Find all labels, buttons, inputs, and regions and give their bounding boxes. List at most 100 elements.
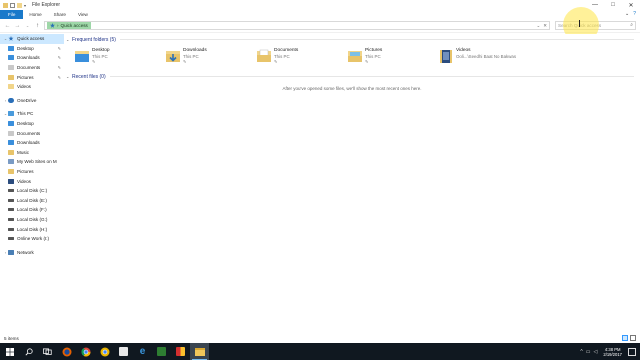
tab-file[interactable]: File — [0, 10, 24, 19]
back-arrow-icon[interactable]: ← — [4, 23, 11, 29]
computer-icon — [8, 111, 14, 117]
folder-name: Desktop — [92, 48, 110, 53]
folder-tile-videos[interactable]: Videos Ooli...\Seedhi Baat No Bakwas — [438, 45, 529, 71]
downloads-folder-icon — [8, 55, 14, 61]
view-buttons — [622, 335, 636, 341]
close-button[interactable]: ✕ — [622, 0, 640, 10]
task-view-icon[interactable] — [38, 343, 57, 360]
main-content: ⌄ Frequent folders (5) Desktop This PC ✎… — [64, 34, 640, 334]
title-bar: ▾ File Explorer — □ ✕ — [0, 0, 640, 10]
address-bar[interactable]: › Quick access ⌄ ✕ — [44, 21, 550, 30]
tab-view[interactable]: View — [72, 10, 94, 19]
sidebar-item-label: Pictures — [17, 74, 34, 80]
large-icons-view-icon[interactable] — [630, 335, 636, 341]
breadcrumb[interactable]: › Quick access — [47, 22, 91, 29]
app-icon[interactable] — [114, 343, 133, 360]
file-explorer-icon[interactable] — [190, 343, 209, 360]
sidebar-item-label: OneDrive — [17, 97, 37, 103]
sidebar-item-desktop[interactable]: Desktop ✎ — [0, 44, 64, 54]
sidebar-item-pc-desktop[interactable]: Desktop — [0, 119, 64, 129]
sidebar-item-pc-pictures[interactable]: Pictures — [0, 167, 64, 177]
sidebar-item-disk-f[interactable]: Local Disk (F:) — [0, 205, 64, 215]
folder-tile-desktop[interactable]: Desktop This PC ✎ — [74, 45, 165, 71]
sidebar-item-pictures[interactable]: Pictures ✎ — [0, 72, 64, 82]
chrome-icon[interactable] — [76, 343, 95, 360]
search-icon[interactable] — [19, 343, 38, 360]
network-tray-icon[interactable]: ▭ — [586, 349, 591, 355]
drive-icon — [8, 189, 14, 193]
breadcrumb-quick-access[interactable]: Quick access — [61, 23, 88, 28]
address-clear-icon[interactable]: ✕ — [543, 23, 547, 29]
new-folder-icon[interactable] — [17, 2, 22, 8]
sidebar-item-network[interactable]: › Network — [0, 247, 64, 257]
folder-location: Ooli...\Seedhi Baat No Bakwas — [456, 53, 517, 59]
tab-home[interactable]: Home — [23, 10, 47, 19]
sidebar-item-disk-e[interactable]: Local Disk (E:) — [0, 196, 64, 206]
sidebar-item-onedrive[interactable]: › OneDrive — [0, 96, 64, 106]
details-view-icon[interactable] — [622, 335, 628, 341]
sidebar-item-disk-c[interactable]: Local Disk (C:) — [0, 186, 64, 196]
firefox-icon[interactable] — [57, 343, 76, 360]
folder-name: Downloads — [183, 48, 207, 53]
frequent-folders-header[interactable]: ⌄ Frequent folders (5) — [64, 34, 640, 45]
folder-tile-documents[interactable]: Documents This PC ✎ — [256, 45, 347, 71]
pin-icon: ✎ — [57, 65, 61, 71]
section-divider — [119, 39, 634, 40]
sidebar-item-disk-i[interactable]: Online Work (I:) — [0, 234, 64, 244]
tab-share[interactable]: Share — [48, 10, 72, 19]
documents-folder-icon — [257, 49, 271, 62]
item-count: 5 items — [4, 336, 19, 341]
desktop-folder-icon — [8, 121, 14, 127]
app-green-icon[interactable] — [152, 343, 171, 360]
drive-icon — [8, 208, 14, 212]
sidebar-item-videos[interactable]: Videos — [0, 82, 64, 92]
documents-folder-icon — [8, 65, 14, 71]
app-grid-icon[interactable] — [171, 343, 190, 360]
sidebar-item-label: Network — [17, 249, 34, 255]
videos-folder-icon — [440, 50, 452, 63]
system-tray: ^ ▭ ◁ 4:38 PM 2/19/2017 — [580, 343, 640, 360]
forward-arrow-icon[interactable]: → — [14, 23, 21, 29]
chrome-alt-icon[interactable] — [95, 343, 114, 360]
sidebar-item-disk-h[interactable]: Local Disk (H:) — [0, 224, 64, 234]
help-icon[interactable]: ? — [633, 11, 636, 17]
sidebar-item-pc-web-sites[interactable]: My Web Sites on M — [0, 157, 64, 167]
recent-files-header[interactable]: ⌄ Recent files (0) — [64, 71, 640, 82]
show-hidden-icons-icon[interactable]: ^ — [580, 349, 582, 355]
recent-locations-icon[interactable]: ⌄ — [24, 23, 31, 29]
star-icon — [50, 23, 55, 28]
sidebar-item-pc-videos[interactable]: Videos — [0, 176, 64, 186]
address-bar-actions: ⌄ ✕ — [536, 22, 547, 29]
recent-files-empty-message: After you've opened some files, we'll sh… — [282, 86, 422, 91]
sidebar-item-quick-access[interactable]: ⌄ Quick access — [0, 34, 64, 44]
expand-ribbon-icon[interactable]: ⌄ — [625, 11, 629, 17]
properties-icon[interactable] — [10, 2, 15, 8]
clock-date: 2/19/2017 — [603, 351, 622, 357]
clock[interactable]: 4:38 PM 2/19/2017 — [603, 347, 622, 357]
address-dropdown-icon[interactable]: ⌄ — [536, 23, 540, 29]
qat-dropdown-icon[interactable]: ▾ — [24, 3, 26, 8]
volume-icon[interactable]: ◁ — [594, 349, 598, 355]
sidebar-item-disk-g[interactable]: Local Disk (G:) — [0, 215, 64, 225]
action-center-icon[interactable] — [628, 347, 636, 356]
downloads-folder-icon — [166, 51, 180, 62]
sidebar-item-documents[interactable]: Documents ✎ — [0, 63, 64, 73]
edge-icon[interactable]: e — [133, 343, 152, 360]
drive-icon — [8, 198, 14, 202]
sidebar-item-pc-music[interactable]: Music — [0, 148, 64, 158]
sidebar-item-pc-documents[interactable]: Documents — [0, 128, 64, 138]
sidebar-item-pc-downloads[interactable]: Downloads — [0, 138, 64, 148]
sidebar-item-downloads[interactable]: Downloads ✎ — [0, 53, 64, 63]
folder-tile-downloads[interactable]: Downloads This PC ✎ — [165, 45, 256, 71]
network-icon — [8, 249, 14, 255]
maximize-button[interactable]: □ — [604, 0, 622, 10]
window-title: File Explorer — [32, 2, 61, 8]
pin-icon: ✎ — [57, 55, 61, 61]
desktop-folder-icon — [8, 45, 14, 51]
folder-tile-pictures[interactable]: Pictures This PC ✎ — [347, 45, 438, 71]
sidebar-item-this-pc[interactable]: ⌄ This PC — [0, 109, 64, 119]
windows-start-icon[interactable] — [0, 343, 19, 360]
sidebar-item-label: Local Disk (C:) — [17, 188, 48, 194]
navigation-buttons: ← → ⌄ ↑ — [0, 23, 41, 29]
up-arrow-icon[interactable]: ↑ — [34, 23, 41, 29]
